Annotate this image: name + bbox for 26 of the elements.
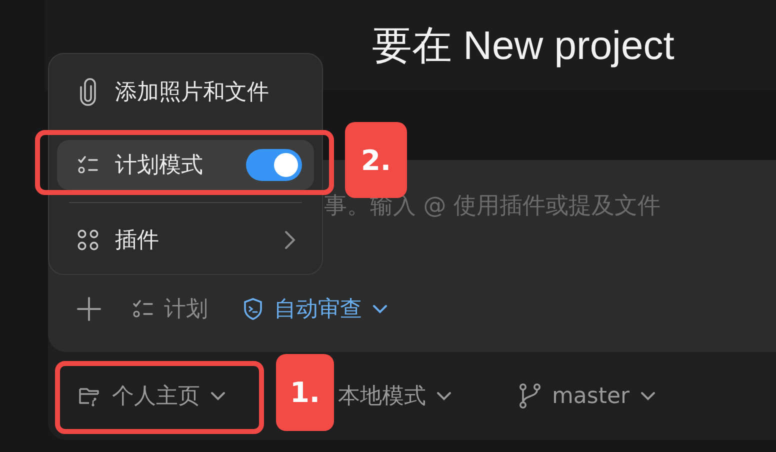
menu-item[interactable]: 计划模式 xyxy=(57,140,314,190)
step-badge: 1. xyxy=(276,354,334,431)
plus-icon xyxy=(76,296,102,322)
menu-label: 插件 xyxy=(115,227,160,255)
grid-icon xyxy=(77,229,99,251)
paperclip-icon xyxy=(77,78,99,106)
project-dropdown[interactable]: 个人主页 xyxy=(78,379,226,413)
auto-review-dropdown[interactable]: 自动审查 xyxy=(242,292,388,326)
menu-item[interactable]: 添加照片和文件 xyxy=(57,67,314,117)
chevron-down-icon xyxy=(210,391,226,401)
plan-button[interactable]: 计划 xyxy=(132,292,208,326)
branch-dropdown[interactable]: master xyxy=(518,381,656,411)
branch-icon xyxy=(518,383,542,409)
chevron-down-icon xyxy=(640,391,656,401)
checklist-icon xyxy=(132,299,154,319)
chevron-down-icon xyxy=(372,304,388,314)
chevron-down-icon xyxy=(436,391,452,401)
mode-dropdown[interactable]: 本地模式 xyxy=(338,379,452,413)
shield-icon xyxy=(242,297,264,321)
chevron-right-icon xyxy=(284,230,296,250)
page-heading: 要在 New project xyxy=(372,22,674,70)
add-button[interactable] xyxy=(76,294,102,324)
menu-item[interactable]: 插件 xyxy=(57,215,314,265)
toggle-switch[interactable] xyxy=(246,149,302,181)
menu-label: 添加照片和文件 xyxy=(115,79,270,107)
checklist-icon xyxy=(77,155,99,175)
